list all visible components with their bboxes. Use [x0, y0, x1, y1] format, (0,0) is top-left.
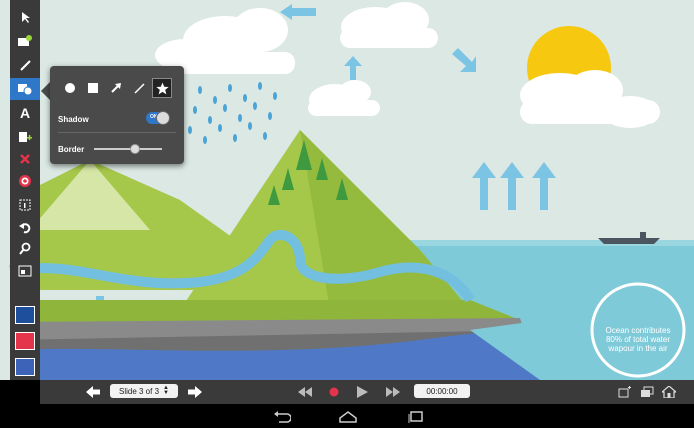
- magnify-button[interactable]: [10, 238, 40, 260]
- record-button[interactable]: [326, 384, 342, 400]
- shadow-label: Shadow: [58, 115, 89, 124]
- border-label: Border: [58, 145, 85, 154]
- home-system-button[interactable]: [338, 409, 358, 425]
- undo-icon: [19, 223, 31, 234]
- popup-pointer: [41, 82, 50, 100]
- info-frame-icon: [19, 199, 31, 211]
- arrow-shape-button[interactable]: [106, 78, 126, 98]
- previous-slide-button[interactable]: [84, 384, 102, 400]
- arrow-left-icon: [86, 386, 100, 398]
- system-navigation-bar: [0, 404, 694, 428]
- fast-forward-button[interactable]: [384, 384, 402, 400]
- magnify-icon: [19, 242, 31, 255]
- add-image-button[interactable]: [10, 30, 40, 52]
- shape-options-popup: Shadow ON Border: [50, 66, 184, 164]
- add-note-button[interactable]: [10, 126, 40, 148]
- rewind-icon: [298, 387, 312, 397]
- back-button[interactable]: [272, 409, 292, 425]
- ocean-caption: Ocean contributes 80% of total water wap…: [597, 326, 679, 353]
- add-image-icon: [18, 35, 32, 46]
- recent-apps-icon: [408, 411, 423, 423]
- left-toolbar: A: [10, 0, 40, 380]
- toggle-knob: [156, 111, 170, 125]
- arrow-shape-icon: [111, 83, 121, 93]
- add-slide-icon: [618, 386, 631, 398]
- pointer-tool-icon: [22, 12, 30, 23]
- ocean-caption-line: 80% of total water: [605, 335, 671, 344]
- record-icon: [329, 387, 339, 397]
- back-icon: [274, 411, 291, 423]
- home-outline-icon: [339, 411, 357, 423]
- spinner-icon: ▲ ▼: [163, 385, 169, 396]
- timer-display: 00:00:00: [414, 384, 470, 398]
- app-screen: Ocean contributes 80% of total water wap…: [0, 0, 694, 428]
- circle-shape-button[interactable]: [60, 78, 80, 98]
- play-icon: [357, 386, 368, 398]
- ocean-caption-line: wapour in the air: [608, 344, 668, 353]
- pointer-tool-button[interactable]: [10, 6, 40, 28]
- circle-shape-icon: [65, 83, 75, 93]
- text-icon: A: [19, 105, 31, 121]
- home-button[interactable]: [660, 384, 678, 400]
- fast-forward-icon: [386, 387, 400, 397]
- color-swatch-navy[interactable]: [15, 306, 35, 324]
- square-shape-button[interactable]: [83, 78, 103, 98]
- rewind-button[interactable]: [296, 384, 314, 400]
- border-slider-thumb[interactable]: [129, 144, 140, 154]
- info-frame-button[interactable]: [10, 194, 40, 216]
- add-slide-button[interactable]: [616, 384, 634, 400]
- delete-button[interactable]: [10, 148, 40, 170]
- add-note-icon: [19, 132, 32, 142]
- star-shape-button[interactable]: [152, 78, 172, 98]
- playback-bar: Slide 3 of 3 ▲ ▼ 00:00:00: [40, 380, 694, 404]
- slide-button[interactable]: [10, 260, 40, 282]
- arrow-right-icon: [188, 386, 202, 398]
- divider: [58, 132, 176, 133]
- next-slide-button[interactable]: [186, 384, 204, 400]
- pen-button[interactable]: [10, 54, 40, 76]
- shadow-toggle[interactable]: ON: [146, 111, 170, 125]
- target-button[interactable]: [10, 170, 40, 192]
- line-shape-icon: [134, 83, 145, 94]
- line-shape-button[interactable]: [129, 78, 149, 98]
- shapes-button[interactable]: [10, 78, 40, 100]
- ocean-caption-line: Ocean contributes: [605, 326, 671, 335]
- undo-button[interactable]: [10, 216, 40, 238]
- color-swatch-blue[interactable]: [15, 358, 35, 376]
- delete-icon: [20, 154, 30, 164]
- slide-icon: [18, 265, 32, 277]
- text-button[interactable]: A: [10, 102, 40, 124]
- slide-canvas[interactable]: [0, 0, 694, 380]
- slide-selector[interactable]: Slide 3 of 3 ▲ ▼: [110, 384, 178, 398]
- recent-apps-button[interactable]: [406, 409, 426, 425]
- shapes-icon: [18, 84, 33, 96]
- duplicate-slide-button[interactable]: [638, 384, 656, 400]
- home-icon: [662, 386, 676, 398]
- target-icon: [19, 175, 31, 187]
- copy-slide-icon: [641, 386, 654, 397]
- pen-icon: [20, 60, 31, 71]
- star-shape-icon: [155, 82, 169, 94]
- play-button[interactable]: [354, 384, 370, 400]
- color-swatch-red[interactable]: [15, 332, 35, 350]
- slide-indicator: Slide 3 of 3: [119, 386, 160, 396]
- square-shape-icon: [88, 83, 98, 93]
- border-slider[interactable]: [94, 144, 162, 154]
